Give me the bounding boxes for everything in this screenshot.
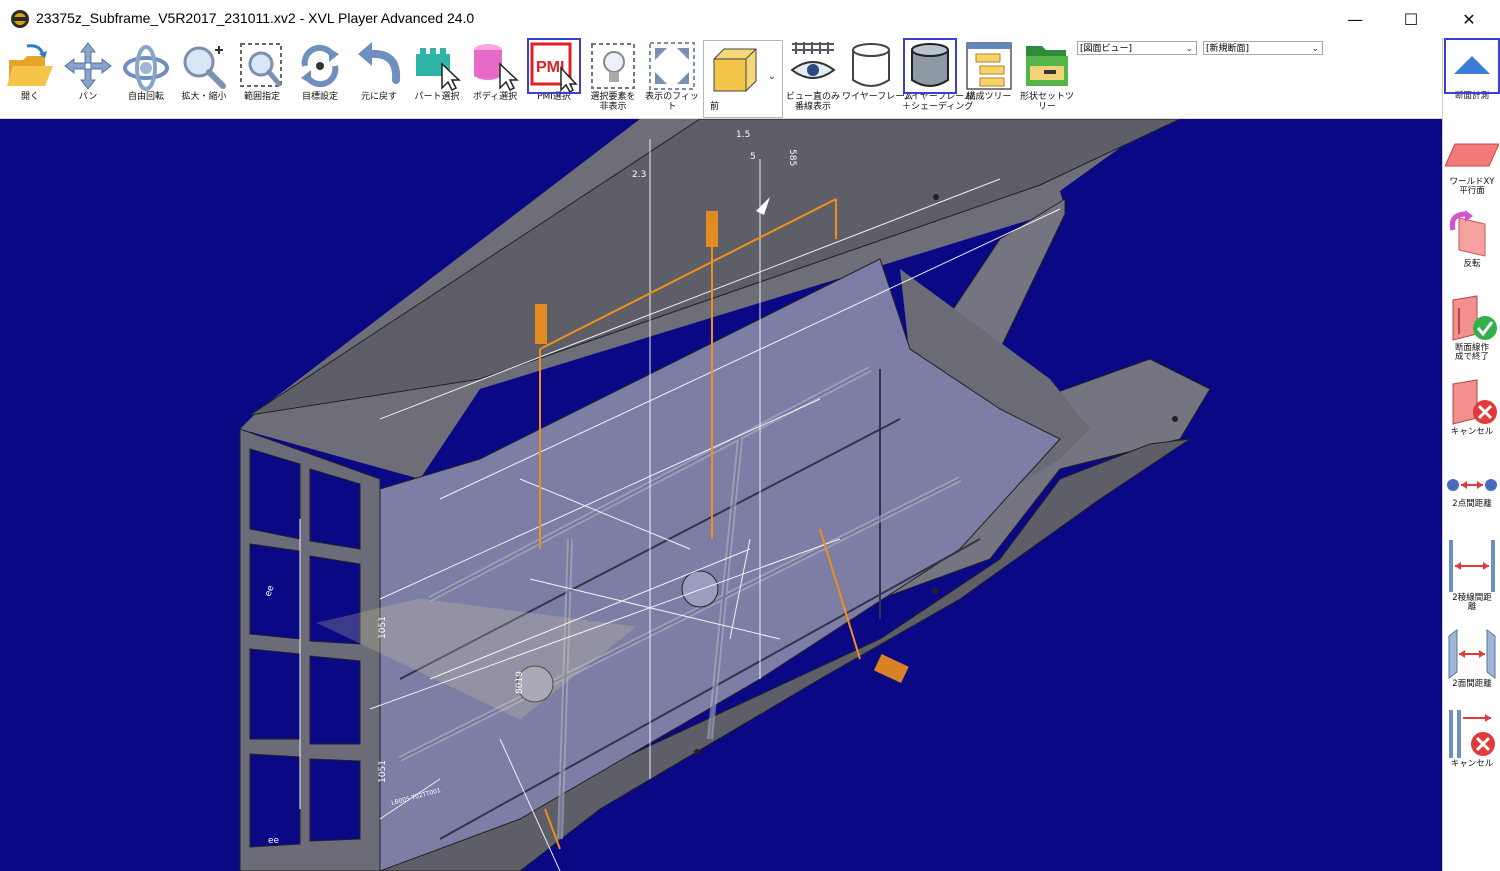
view-combo[interactable]: [図面ビュー] ⌄ [1077,41,1197,55]
two-point-distance-button[interactable]: 2点間距離 [1443,470,1500,509]
finish-section-icon [1452,295,1497,341]
finish-section-button[interactable]: 断面線作 成で終了 [1443,294,1500,362]
section-measure-button[interactable]: 断面計測 [1443,38,1500,101]
cancel-measure-button[interactable]: キャンセル [1443,708,1500,769]
fit-view-icon [649,42,695,90]
3d-viewport[interactable]: 1.5 5 585 2.3 ee ee 1051 1051 8019 LB005… [0,119,1442,871]
pmi-text[interactable]: 1051 [378,760,388,783]
cancel-section-icon [1452,379,1497,425]
pmi-text[interactable]: 1051 [378,616,388,639]
section-measure-icon [1444,38,1500,94]
svg-text:PMI: PMI [536,59,564,76]
close-button[interactable]: ✕ [1440,0,1498,38]
fit-view-button[interactable]: 表示のフィッ ト [643,38,701,118]
pmi-text[interactable]: 8019 [515,671,525,694]
world-xy-plane-button[interactable]: ワールドXY 平行面 [1443,134,1500,196]
pmi-select-button[interactable]: PMI PMI選択 [526,38,582,118]
hide-selected-button[interactable]: 選択要素を 非表示 [584,38,642,118]
open-folder-icon [7,44,53,86]
title-bar: 23375z_Subframe_V5R2017_231011.xv2 - XVL… [0,0,1500,38]
pmi-tag[interactable] [535,304,547,344]
wireframe-button[interactable]: ワイヤーフレーム [842,38,913,118]
world-xy-plane-icon [1445,143,1499,167]
wireframe-shading-icon [903,38,957,94]
maximize-button[interactable]: ☐ [1382,0,1440,38]
cancel-section-button[interactable]: キャンセル [1443,378,1500,437]
zoom-icon [183,46,226,89]
part-select-button[interactable]: パート選択 [408,38,466,118]
body-select-icon [474,44,519,92]
target-button[interactable]: 目標設定 [292,38,348,118]
section-combo[interactable]: [新規断面] ⌄ [1203,41,1323,55]
chevron-down-icon: ⌄ [1311,44,1319,54]
part-select-icon [416,48,461,92]
two-face-distance-icon [1448,629,1496,679]
shape-set-tree-icon [1026,46,1068,86]
pan-button[interactable]: パン [60,38,116,118]
undo-icon [358,42,401,84]
wireframe-icon [852,43,890,87]
pmi-text[interactable]: 5 [750,152,756,162]
target-icon [301,44,339,88]
xvl-app-icon [11,10,29,28]
free-rotate-button[interactable]: 自由回転 [118,38,174,118]
section-panel: 断面計測 ワールドXY 平行面 反転 断面線作 成で終了 キャンセル 2点間距離… [1442,38,1500,871]
wireframe-shading-button[interactable]: ワイヤーフレーム ＋シェーディング [902,38,973,118]
tree-button[interactable]: 構成ツリー [960,38,1018,118]
shape-set-tree-button[interactable]: 形状セットツ リー [1018,38,1076,118]
main-toolbar: 開く パン 自由回転 拡大・縮小 範囲指定 目標設定 元に戻す パート選択 ボデ… [0,38,1500,119]
pan-icon [64,42,112,90]
window-title: 23375z_Subframe_V5R2017_231011.xv2 - XVL… [36,10,475,26]
view-direction-dropdown[interactable]: ⌄ 前 [703,40,783,118]
view-eye-icon [790,42,836,79]
pmi-select-icon: PMI [527,38,581,94]
zoom-area-icon [240,43,282,87]
body-select-button[interactable]: ボディ選択 [466,38,524,118]
hide-selected-icon [591,43,635,89]
pmi-text[interactable]: 585 [787,149,797,166]
two-edge-distance-button[interactable]: 2稜線間距 離 [1443,538,1500,612]
two-edge-distance-icon [1449,540,1495,592]
chevron-down-icon: ⌄ [1185,44,1193,54]
flip-button[interactable]: 反転 [1443,210,1500,269]
pmi-tag[interactable] [706,211,718,247]
zoom-area-button[interactable]: 範囲指定 [234,38,290,118]
front-view-cube-icon [713,48,757,92]
cancel-measure-icon [1449,710,1495,758]
view-eye-button[interactable]: ビュー直のみ 番線表示 [784,38,842,118]
pmi-text[interactable]: ee [268,836,280,846]
two-face-distance-button[interactable]: 2面間距離 [1443,628,1500,689]
pmi-text[interactable]: 2.3 [632,170,646,180]
pmi-tag[interactable] [873,654,909,684]
chevron-down-icon: ⌄ [767,71,776,82]
open-button[interactable]: 開く [2,38,58,118]
tree-icon [966,42,1012,90]
minimize-button[interactable]: — [1326,0,1384,38]
undo-button[interactable]: 元に戻す [350,38,408,118]
two-point-distance-icon [1447,479,1497,491]
subframe-model[interactable]: 1.5 5 585 2.3 ee ee 1051 1051 8019 LB005… [0,119,1442,871]
free-rotate-icon [123,45,169,91]
zoom-button[interactable]: 拡大・縮小 [176,38,232,118]
pmi-text[interactable]: 1.5 [736,130,750,140]
flip-icon [1449,210,1486,257]
